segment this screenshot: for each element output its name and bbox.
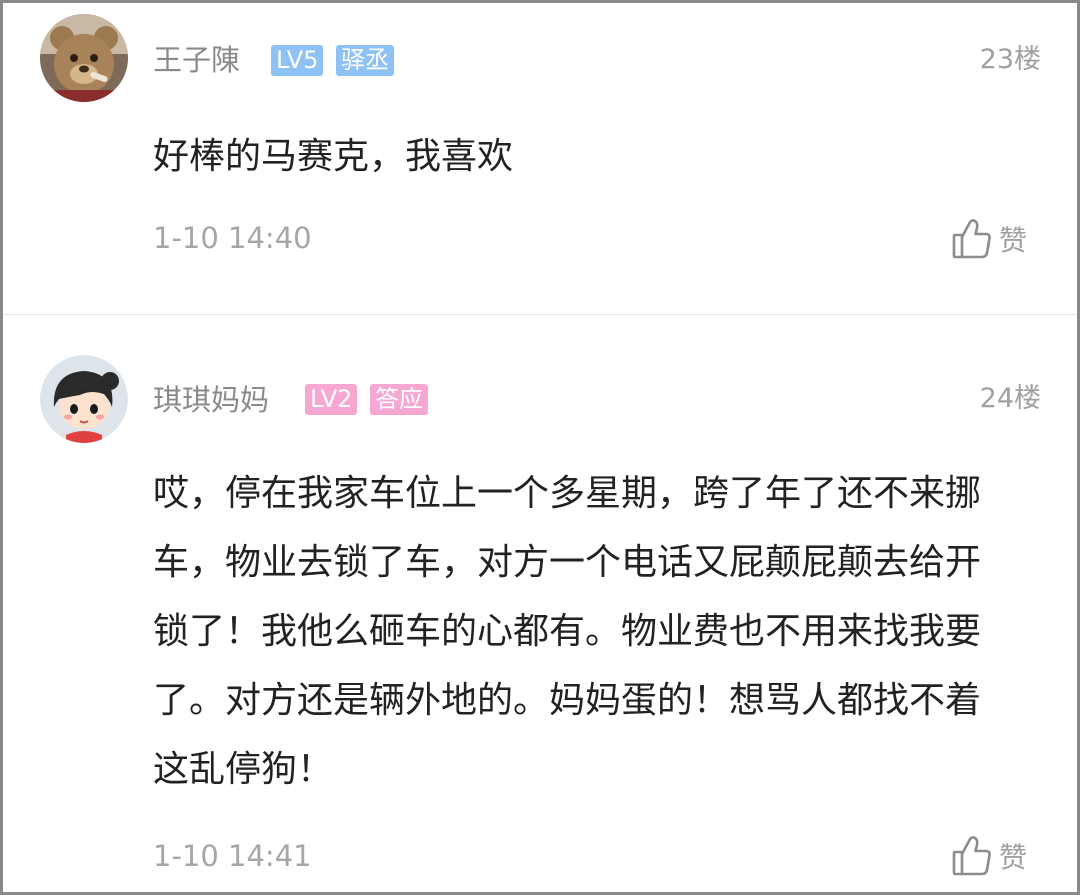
- comment-content: 哎，停在我家车位上一个多星期，跨了年了还不来挪车，物业去锁了车，对方一个电话又屁…: [153, 473, 982, 790]
- comment-time: 1-10 14:40: [153, 221, 312, 255]
- comment-divider: [3, 314, 1077, 315]
- teddy-bear-avatar-icon[interactable]: [40, 14, 128, 102]
- like-label[interactable]: 赞: [999, 838, 1027, 878]
- like-label[interactable]: 赞: [999, 221, 1027, 261]
- comment-item: 琪琪妈妈 LV2 答应 24楼 哎，停在我家车位上一个多星期，跨了年了还不来挪车…: [3, 318, 1077, 892]
- comment-time: 1-10 14:41: [153, 839, 312, 873]
- floor-number: 24楼: [979, 383, 1041, 414]
- comment-content: 好棒的马赛克，我喜欢: [153, 136, 514, 177]
- title-badge: 答应: [370, 384, 428, 415]
- cartoon-girl-avatar-icon[interactable]: [40, 355, 128, 443]
- thumbs-up-icon[interactable]: [952, 216, 992, 260]
- level-badge: LV5: [271, 45, 324, 76]
- username[interactable]: 王子陳: [153, 40, 240, 80]
- thumbs-up-icon[interactable]: [952, 833, 992, 877]
- level-badge: LV2: [305, 384, 358, 415]
- floor-number: 23楼: [979, 44, 1041, 75]
- username[interactable]: 琪琪妈妈: [153, 380, 269, 420]
- title-badge: 驿丞: [336, 45, 394, 76]
- comment-item: 王子陳 LV5 驿丞 23楼 好棒的马赛克，我喜欢 1-10 14:40 赞: [3, 3, 1077, 314]
